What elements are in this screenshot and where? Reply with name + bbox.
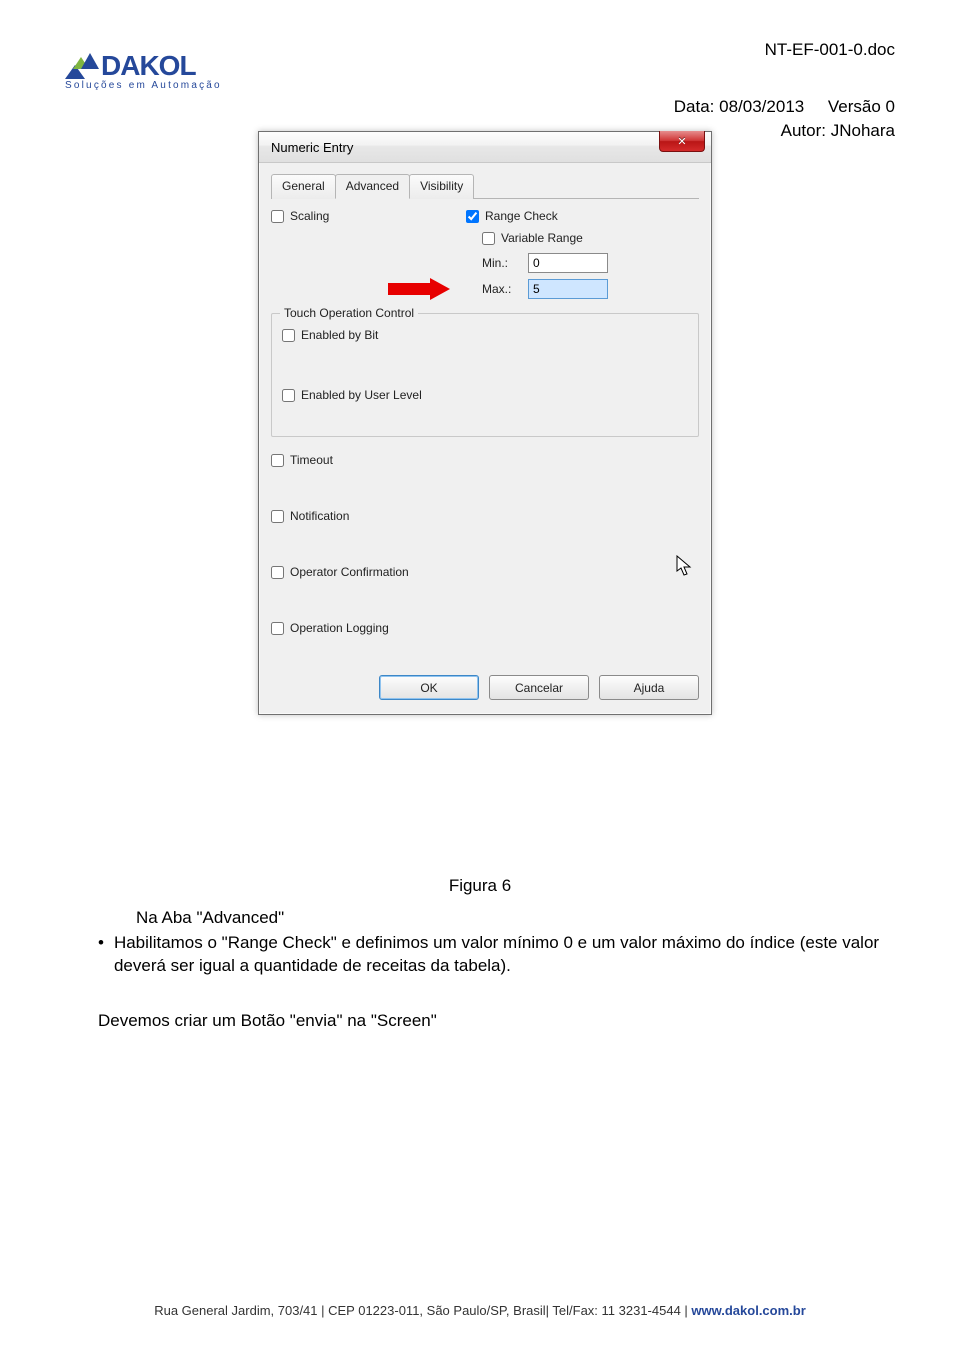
- close-icon: ✕: [677, 135, 686, 148]
- paragraph-2: Devemos criar um Botão "envia" na "Scree…: [98, 1011, 437, 1031]
- cancel-button[interactable]: Cancelar: [489, 675, 589, 700]
- scaling-checkbox-input[interactable]: [271, 210, 284, 223]
- operator-confirmation-input[interactable]: [271, 566, 284, 579]
- dialog-titlebar: Numeric Entry ✕: [259, 132, 711, 163]
- enabled-by-user-level-input[interactable]: [282, 389, 295, 402]
- enabled-by-user-level-checkbox[interactable]: Enabled by User Level: [282, 388, 688, 402]
- notification-checkbox[interactable]: Notification: [271, 509, 699, 523]
- tab-visibility[interactable]: Visibility: [409, 174, 474, 199]
- figure-caption: Figura 6: [0, 876, 960, 896]
- variable-range-checkbox[interactable]: Variable Range: [466, 231, 699, 245]
- doc-filename: NT-EF-001-0.doc: [765, 40, 895, 60]
- enabled-by-bit-label: Enabled by Bit: [301, 328, 378, 342]
- tabs: General Advanced Visibility: [271, 173, 699, 199]
- numeric-entry-dialog: Numeric Entry ✕ General Advanced Visibil…: [258, 131, 712, 715]
- para-line1: Na Aba "Advanced": [136, 907, 888, 930]
- logo-name: DAKOL: [101, 50, 196, 82]
- close-button[interactable]: ✕: [659, 131, 705, 152]
- para-line2: Habilitamos o "Range Check" e definimos …: [114, 932, 888, 978]
- max-input[interactable]: [528, 279, 608, 299]
- footer-link[interactable]: www.dakol.com.br: [691, 1303, 805, 1318]
- enabled-by-bit-checkbox[interactable]: Enabled by Bit: [282, 328, 688, 342]
- footer: Rua General Jardim, 703/41 | CEP 01223-0…: [0, 1303, 960, 1318]
- range-check-checkbox[interactable]: Range Check: [466, 209, 699, 223]
- scaling-label: Scaling: [290, 209, 329, 223]
- min-input[interactable]: [528, 253, 608, 273]
- paragraph-block: Na Aba "Advanced" • Habilitamos o "Range…: [98, 907, 888, 978]
- enabled-by-bit-input[interactable]: [282, 329, 295, 342]
- scaling-checkbox[interactable]: Scaling: [271, 209, 466, 223]
- tab-advanced[interactable]: Advanced: [335, 174, 410, 199]
- version-value: 0: [886, 97, 895, 116]
- timeout-label: Timeout: [290, 453, 333, 467]
- tab-general[interactable]: General: [271, 174, 336, 199]
- date-label: Data:: [674, 97, 715, 116]
- variable-range-label: Variable Range: [501, 231, 583, 245]
- author-value: JNohara: [831, 121, 895, 140]
- logo-subtitle: Soluções em Automação: [65, 80, 265, 91]
- operator-confirmation-checkbox[interactable]: Operator Confirmation: [271, 565, 699, 579]
- touch-operation-group: Touch Operation Control Enabled by Bit E…: [271, 313, 699, 437]
- operation-logging-input[interactable]: [271, 622, 284, 635]
- footer-address: Rua General Jardim, 703/41 | CEP 01223-0…: [154, 1303, 691, 1318]
- notification-label: Notification: [290, 509, 349, 523]
- operation-logging-checkbox[interactable]: Operation Logging: [271, 621, 699, 635]
- timeout-checkbox[interactable]: Timeout: [271, 453, 699, 467]
- range-check-label: Range Check: [485, 209, 558, 223]
- min-label: Min.:: [482, 256, 520, 270]
- author-label: Autor:: [781, 121, 826, 140]
- ok-button[interactable]: OK: [379, 675, 479, 700]
- variable-range-checkbox-input[interactable]: [482, 232, 495, 245]
- max-label: Max.:: [482, 282, 520, 296]
- logo-mark-icon: [65, 53, 99, 79]
- red-arrow-icon: [388, 278, 450, 300]
- dialog-title: Numeric Entry: [271, 140, 353, 155]
- logo: DAKOL Soluções em Automação: [65, 50, 265, 91]
- help-button[interactable]: Ajuda: [599, 675, 699, 700]
- enabled-by-user-level-label: Enabled by User Level: [301, 388, 422, 402]
- notification-input[interactable]: [271, 510, 284, 523]
- version-label: Versão: [828, 97, 881, 116]
- range-check-checkbox-input[interactable]: [466, 210, 479, 223]
- date-value: 08/03/2013: [719, 97, 804, 116]
- bullet-icon: •: [98, 932, 104, 978]
- operation-logging-label: Operation Logging: [290, 621, 389, 635]
- timeout-input[interactable]: [271, 454, 284, 467]
- touch-group-title: Touch Operation Control: [280, 306, 418, 320]
- operator-confirmation-label: Operator Confirmation: [290, 565, 409, 579]
